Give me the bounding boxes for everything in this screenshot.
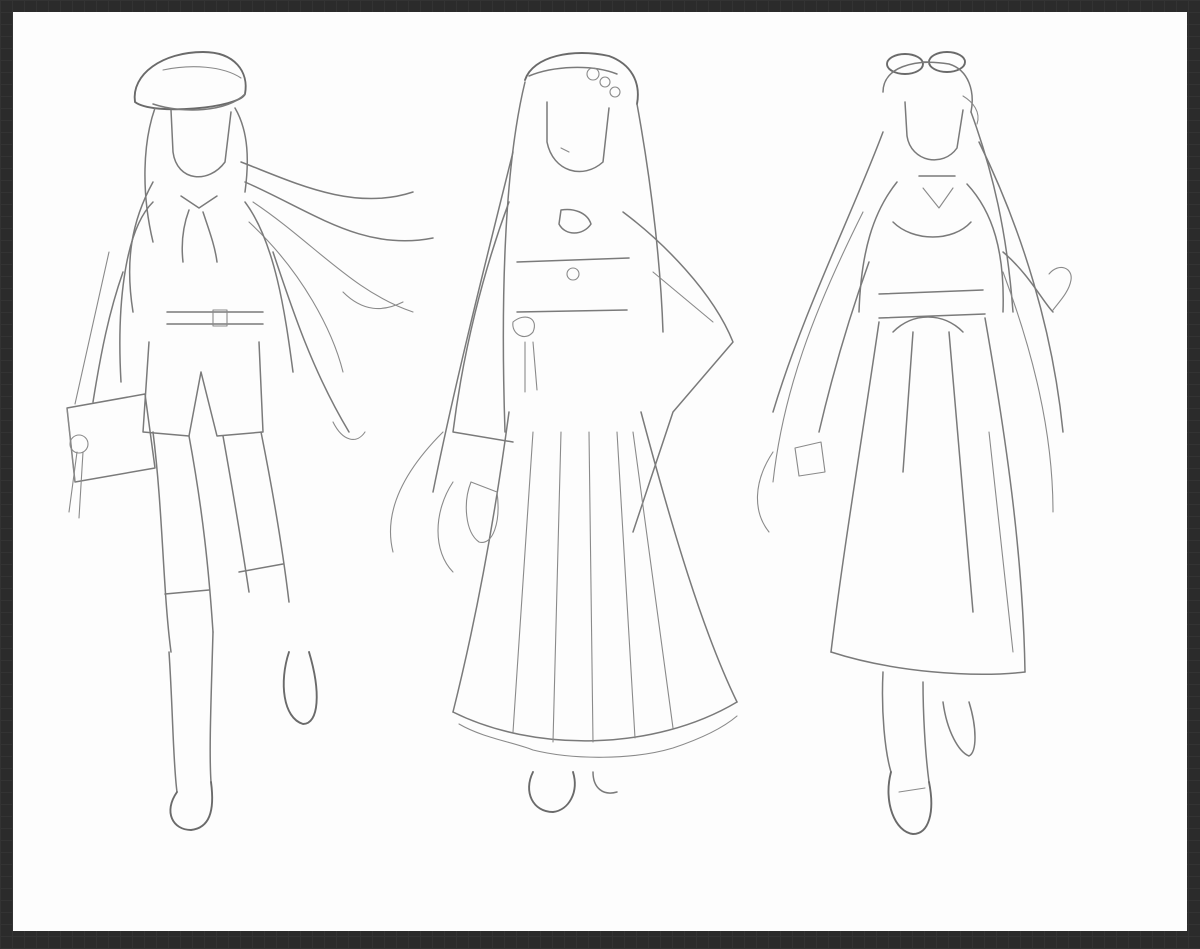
figure-right-sketch [756,51,1072,835]
figure-left-sketch [66,51,434,831]
drawing-canvas[interactable] [13,12,1187,931]
figure-center-sketch [389,52,738,813]
app-window [0,0,1200,949]
sketch-artwork [66,51,1072,835]
